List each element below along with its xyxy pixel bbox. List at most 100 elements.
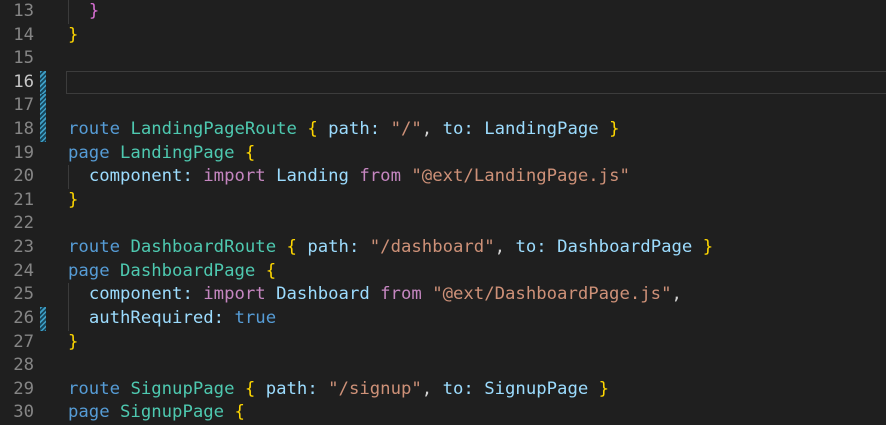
code-token[interactable]: path: [266, 379, 318, 399]
code-token[interactable]: } [599, 379, 609, 399]
code-line[interactable]: 30page SignupPage { [0, 401, 886, 425]
code-token[interactable]: , [422, 119, 432, 139]
code-token[interactable] [349, 166, 359, 186]
code-token[interactable]: "@ext/DashboardPage.js" [432, 284, 671, 304]
line-number[interactable]: 29 [0, 378, 34, 402]
code-token[interactable] [193, 166, 203, 186]
code-token[interactable]: page [68, 261, 110, 281]
code-text[interactable]: page LandingPage { [68, 142, 255, 166]
code-token[interactable]: authRequired: [89, 308, 224, 328]
code-line[interactable]: 22 [0, 212, 886, 236]
code-token[interactable] [120, 379, 130, 399]
line-number[interactable]: 19 [0, 142, 34, 166]
code-token[interactable] [380, 119, 390, 139]
code-token[interactable]: } [609, 119, 619, 139]
code-token[interactable]: to: [443, 119, 474, 139]
code-token[interactable]: } [703, 237, 713, 257]
code-line[interactable]: 24page DashboardPage { [0, 260, 886, 284]
line-number[interactable]: 20 [0, 165, 34, 189]
line-number[interactable]: 13 [0, 0, 34, 24]
code-token[interactable]: LandingPage [484, 119, 598, 139]
code-token[interactable]: path: [328, 119, 380, 139]
code-token[interactable]: to: [515, 237, 546, 257]
code-text[interactable]: route SignupPage { path: "/signup", to: … [68, 378, 609, 402]
code-token[interactable] [692, 237, 702, 257]
code-token[interactable] [297, 237, 307, 257]
code-token[interactable]: } [89, 1, 99, 21]
code-line[interactable]: 17 [0, 94, 886, 118]
git-modified-indicator[interactable] [40, 307, 46, 331]
code-token[interactable]: true [234, 308, 276, 328]
code-token[interactable]: { [245, 379, 255, 399]
code-token[interactable]: SignupPage [130, 379, 234, 399]
code-token[interactable]: import [203, 166, 265, 186]
line-number[interactable]: 24 [0, 260, 34, 284]
code-token[interactable] [255, 261, 265, 281]
code-token[interactable]: LandingPageRoute [130, 119, 296, 139]
code-text[interactable]: } [68, 189, 78, 213]
code-token[interactable] [432, 119, 442, 139]
code-token[interactable]: route [68, 379, 120, 399]
code-line[interactable]: 21} [0, 189, 886, 213]
code-token[interactable]: { [234, 402, 244, 422]
code-token[interactable]: DashboardPage [557, 237, 692, 257]
code-token[interactable]: route [68, 237, 120, 257]
git-modified-indicator[interactable] [40, 94, 46, 118]
code-text[interactable]: component: import Landing from "@ext/Lan… [68, 165, 630, 189]
code-token[interactable] [318, 119, 328, 139]
line-number[interactable]: 23 [0, 236, 34, 260]
code-token[interactable] [266, 284, 276, 304]
code-token[interactable] [588, 379, 598, 399]
code-token[interactable]: component: [89, 166, 193, 186]
code-token[interactable] [234, 143, 244, 163]
code-text[interactable]: page SignupPage { [68, 401, 245, 425]
code-token[interactable] [599, 119, 609, 139]
code-token[interactable] [68, 1, 89, 21]
line-number[interactable]: 14 [0, 24, 34, 48]
code-token[interactable] [547, 237, 557, 257]
code-line[interactable]: 19 page LandingPage { [0, 142, 886, 166]
code-token[interactable]: SignupPage [484, 379, 588, 399]
code-token[interactable]: route [68, 119, 120, 139]
code-token[interactable]: from [359, 166, 401, 186]
code-token[interactable]: path: [307, 237, 359, 257]
code-token[interactable]: } [68, 332, 78, 352]
code-token[interactable] [401, 166, 411, 186]
code-token[interactable]: component: [89, 284, 193, 304]
code-token[interactable]: "/signup" [328, 379, 422, 399]
code-text[interactable]: authRequired: true [68, 307, 276, 331]
code-token[interactable]: { [245, 143, 255, 163]
code-token[interactable] [120, 119, 130, 139]
code-text[interactable]: route DashboardRoute { path: "/dashboard… [68, 236, 713, 260]
code-token[interactable]: , [495, 237, 505, 257]
code-text[interactable]: } [68, 0, 99, 24]
line-number[interactable]: 28 [0, 354, 34, 378]
code-token[interactable] [110, 261, 120, 281]
code-line[interactable]: 25 component: import Dashboard from "@ex… [0, 283, 886, 307]
line-number[interactable]: 16 [0, 71, 34, 95]
code-token[interactable]: } [68, 25, 78, 45]
code-line[interactable]: 18route LandingPageRoute { path: "/", to… [0, 118, 886, 142]
code-token[interactable]: Landing [276, 166, 349, 186]
code-line[interactable]: 20 component: import Landing from "@ext/… [0, 165, 886, 189]
code-line[interactable]: 29 route SignupPage { path: "/signup", to… [0, 378, 886, 402]
git-modified-indicator[interactable] [40, 71, 46, 95]
line-number[interactable]: 15 [0, 47, 34, 71]
code-token[interactable] [422, 284, 432, 304]
code-token[interactable] [474, 379, 484, 399]
code-token[interactable] [224, 308, 234, 328]
code-line[interactable]: 16 [0, 71, 886, 95]
line-number[interactable]: 21 [0, 189, 34, 213]
code-token[interactable] [68, 166, 89, 186]
code-token[interactable] [474, 119, 484, 139]
code-text[interactable]: } [68, 331, 78, 355]
code-text[interactable]: component: import Dashboard from "@ext/D… [68, 283, 682, 307]
code-token[interactable] [68, 284, 89, 304]
code-token[interactable] [110, 143, 120, 163]
code-token[interactable] [432, 379, 442, 399]
code-token[interactable]: to: [443, 379, 474, 399]
code-token[interactable] [234, 379, 244, 399]
code-token[interactable] [110, 402, 120, 422]
code-line[interactable]: 26 authRequired: true [0, 307, 886, 331]
code-token[interactable]: , [671, 284, 681, 304]
